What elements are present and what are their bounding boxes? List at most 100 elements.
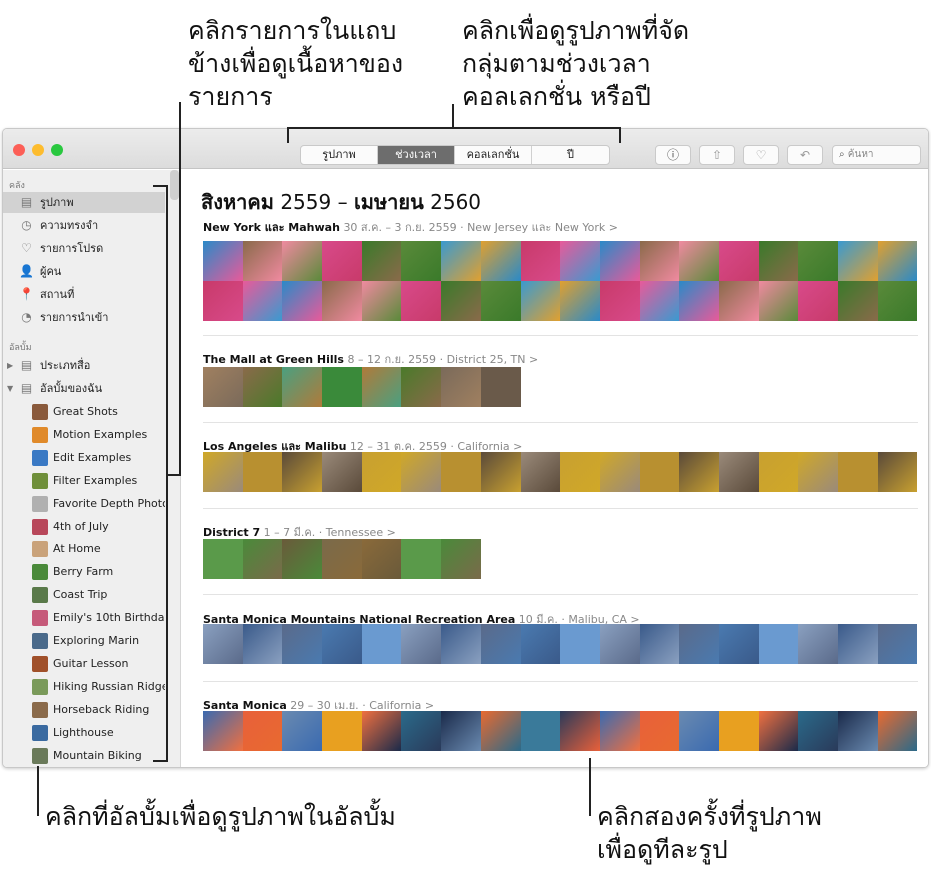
- photo-thumbnail[interactable]: [679, 624, 719, 664]
- sidebar-album[interactable]: At Home: [3, 538, 165, 559]
- photo-thumbnail[interactable]: [798, 624, 838, 664]
- photo-thumbnail[interactable]: [877, 241, 918, 281]
- photo-thumbnail[interactable]: [322, 452, 362, 492]
- photo-thumbnail[interactable]: [758, 711, 799, 751]
- photo-thumbnail[interactable]: [322, 281, 362, 321]
- photo-thumbnail[interactable]: [877, 711, 918, 751]
- photo-thumbnail[interactable]: [718, 452, 759, 492]
- sidebar-album[interactable]: Motion Examples: [3, 424, 165, 445]
- photo-thumbnail[interactable]: [361, 281, 402, 321]
- photo-thumbnail[interactable]: [282, 624, 323, 664]
- photo-thumbnail[interactable]: [798, 241, 838, 281]
- photo-thumbnail[interactable]: [718, 241, 759, 281]
- chevron-right-icon[interactable]: >: [529, 353, 538, 366]
- sidebar-album[interactable]: Favorite Depth Photos: [3, 493, 165, 514]
- photo-thumbnail[interactable]: [282, 452, 323, 492]
- photo-thumbnail[interactable]: [877, 281, 918, 321]
- photo-thumbnail[interactable]: [758, 241, 799, 281]
- photo-thumbnail[interactable]: [639, 241, 680, 281]
- minimize-button[interactable]: [32, 144, 44, 156]
- photo-thumbnail[interactable]: [441, 241, 481, 281]
- photo-thumbnail[interactable]: [718, 624, 759, 664]
- chevron-right-icon[interactable]: >: [609, 221, 618, 234]
- photo-thumbnail[interactable]: [520, 624, 561, 664]
- photo-thumbnail[interactable]: [401, 241, 442, 281]
- photo-thumbnail[interactable]: [520, 711, 561, 751]
- photo-thumbnail[interactable]: [242, 452, 283, 492]
- photo-thumbnail[interactable]: [480, 281, 521, 321]
- sidebar-album[interactable]: Emily's 10th Birthday: [3, 607, 165, 628]
- tab-photos[interactable]: รูปภาพ: [301, 146, 378, 164]
- moment-header[interactable]: New York และ Mahwah 30 ส.ค. – 3 ก.ย. 255…: [203, 218, 618, 236]
- photo-thumbnail[interactable]: [599, 711, 640, 751]
- photo-thumbnail[interactable]: [480, 711, 521, 751]
- close-button[interactable]: [13, 144, 25, 156]
- sidebar-item[interactable]: 👤 ผู้คน: [3, 261, 165, 282]
- photo-thumbnail[interactable]: [282, 241, 323, 281]
- sidebar-album[interactable]: Great Shots: [3, 401, 165, 422]
- photo-thumbnail[interactable]: [242, 711, 283, 751]
- rotate-button[interactable]: ↶: [787, 145, 823, 165]
- photo-thumbnail[interactable]: [242, 539, 283, 579]
- photo-thumbnail[interactable]: [480, 367, 521, 407]
- sidebar-album[interactable]: Coast Trip: [3, 584, 165, 605]
- photo-thumbnail[interactable]: [838, 241, 878, 281]
- photo-thumbnail[interactable]: [242, 624, 283, 664]
- sidebar-item[interactable]: ♡ รายการโปรด: [3, 238, 165, 259]
- photo-thumbnail[interactable]: [560, 241, 600, 281]
- photo-thumbnail[interactable]: [361, 241, 402, 281]
- photo-thumbnail[interactable]: [203, 281, 243, 321]
- photo-thumbnail[interactable]: [560, 711, 600, 751]
- photo-thumbnail[interactable]: [639, 624, 680, 664]
- photo-thumbnail[interactable]: [401, 711, 442, 751]
- search-input[interactable]: ⌕ ค้นหา: [832, 145, 921, 165]
- photo-thumbnail[interactable]: [401, 624, 442, 664]
- sidebar-scrollbar[interactable]: [170, 170, 179, 200]
- photo-thumbnail[interactable]: [282, 711, 323, 751]
- moment-header[interactable]: The Mall at Green Hills 8 – 12 ก.ย. 2559…: [203, 350, 538, 368]
- photo-thumbnail[interactable]: [203, 711, 243, 751]
- sidebar-album[interactable]: Edit Examples: [3, 447, 165, 468]
- disclosure-closed-icon[interactable]: ▶: [7, 355, 13, 376]
- photo-thumbnail[interactable]: [599, 624, 640, 664]
- photo-thumbnail[interactable]: [401, 452, 442, 492]
- tab-collections[interactable]: คอลเลกชั่น: [455, 146, 532, 164]
- photo-thumbnail[interactable]: [877, 624, 918, 664]
- photo-thumbnail[interactable]: [798, 711, 838, 751]
- sidebar-item[interactable]: ◔ รายการนำเข้า: [3, 307, 165, 328]
- tab-moments[interactable]: ช่วงเวลา: [378, 146, 455, 164]
- zoom-button[interactable]: [51, 144, 63, 156]
- sidebar-album[interactable]: Exploring Marin: [3, 630, 165, 651]
- photo-thumbnail[interactable]: [599, 452, 640, 492]
- photo-thumbnail[interactable]: [838, 624, 878, 664]
- sidebar-album[interactable]: Horseback Riding: [3, 699, 165, 720]
- photo-thumbnail[interactable]: [520, 452, 561, 492]
- photo-thumbnail[interactable]: [758, 624, 799, 664]
- photo-thumbnail[interactable]: [480, 452, 521, 492]
- sidebar-item[interactable]: ◷ ความทรงจำ: [3, 215, 165, 236]
- photo-thumbnail[interactable]: [282, 281, 323, 321]
- sidebar-album[interactable]: 4th of July: [3, 516, 165, 537]
- photo-thumbnail[interactable]: [480, 241, 521, 281]
- photo-thumbnail[interactable]: [203, 367, 243, 407]
- photo-thumbnail[interactable]: [322, 624, 362, 664]
- photo-thumbnail[interactable]: [441, 624, 481, 664]
- photo-thumbnail[interactable]: [401, 367, 442, 407]
- photo-thumbnail[interactable]: [441, 281, 481, 321]
- photo-thumbnail[interactable]: [203, 624, 243, 664]
- photo-thumbnail[interactable]: [599, 281, 640, 321]
- sidebar-group[interactable]: ▼ ▤ อัลบั้มของฉัน: [3, 378, 165, 399]
- photo-thumbnail[interactable]: [520, 241, 561, 281]
- sidebar-album[interactable]: Guitar Lesson: [3, 653, 165, 674]
- sidebar-item[interactable]: 📍 สถานที่: [3, 284, 165, 305]
- photo-thumbnail[interactable]: [203, 539, 243, 579]
- photo-thumbnail[interactable]: [242, 367, 283, 407]
- photo-thumbnail[interactable]: [361, 624, 402, 664]
- photo-thumbnail[interactable]: [242, 241, 283, 281]
- photo-thumbnail[interactable]: [322, 367, 362, 407]
- photo-thumbnail[interactable]: [798, 281, 838, 321]
- photo-thumbnail[interactable]: [718, 711, 759, 751]
- photo-thumbnail[interactable]: [679, 281, 719, 321]
- photo-thumbnail[interactable]: [203, 241, 243, 281]
- photo-thumbnail[interactable]: [441, 711, 481, 751]
